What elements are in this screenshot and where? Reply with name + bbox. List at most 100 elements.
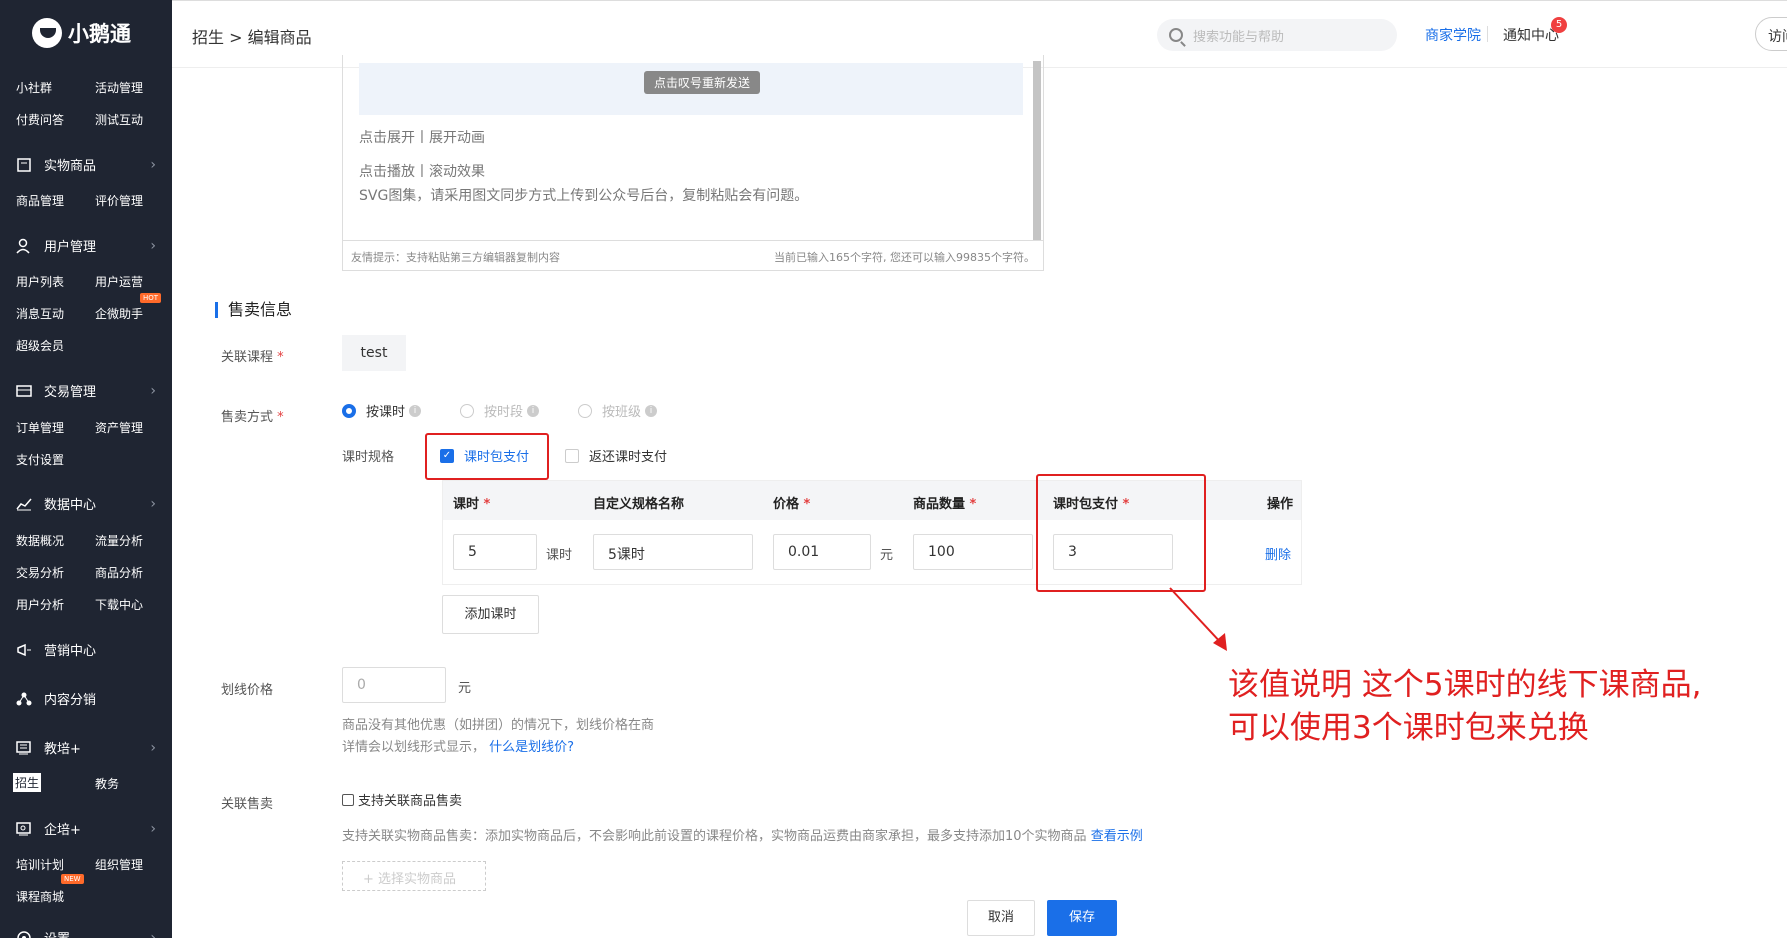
required-mark: *: [803, 497, 811, 512]
editor-scrollbar[interactable]: [1033, 61, 1041, 241]
editor-footer: 友情提示：支持粘贴第三方编辑器复制内容 当前已输入165个字符, 您还可以输入9…: [343, 240, 1043, 270]
sidebar-item[interactable]: 消息互动: [16, 305, 64, 322]
visit-button[interactable]: 访问: [1755, 17, 1787, 51]
quantity-input[interactable]: 100: [913, 534, 1033, 570]
sidebar-item[interactable]: 用户分析: [16, 596, 64, 613]
chart-icon: [16, 496, 32, 512]
header-text: 课时: [453, 497, 480, 512]
sidebar-group-user-management[interactable]: 用户管理 ›: [16, 236, 156, 255]
sidebar-group-distribution[interactable]: 内容分销: [16, 689, 156, 708]
delete-link[interactable]: 删除: [1265, 544, 1291, 563]
chevron-right-icon: ›: [150, 382, 156, 399]
sidebar-group-settings[interactable]: 设置 ›: [16, 928, 156, 938]
sidebar-item[interactable]: 订单管理: [16, 419, 64, 436]
required-mark: *: [277, 410, 284, 425]
radio-label: 按时段: [484, 405, 524, 420]
sidebar-item[interactable]: 课程商城: [16, 888, 64, 905]
sidebar-item[interactable]: 企微助手: [95, 305, 143, 322]
logo[interactable]: 小鹅通: [32, 18, 131, 48]
label-text: 售卖方式: [221, 410, 274, 425]
resend-button[interactable]: 点击叹号重新发送: [644, 71, 761, 94]
hint-text: 支持关联实物商品售卖：添加实物商品后，不会影响此前设置的课程价格，实物商品运费由…: [342, 829, 1087, 844]
sidebar-group-label: 营销中心: [44, 644, 97, 659]
box-icon: [16, 157, 32, 173]
card-icon: [16, 383, 32, 399]
logo-text: 小鹅通: [68, 22, 131, 46]
radio-dot: [578, 403, 592, 418]
sidebar-item[interactable]: 用户运营: [95, 273, 143, 290]
sidebar-group-marketing[interactable]: 营销中心: [16, 640, 156, 659]
checkbox-return-pay[interactable]: 返还课时支付: [565, 446, 667, 465]
annotation-arrow: [1169, 587, 1227, 651]
sidebar-group-physical-goods[interactable]: 实物商品 ›: [16, 155, 156, 174]
select-goods-button[interactable]: + 选择实物商品: [342, 861, 486, 891]
radio-label: 按班级: [602, 405, 642, 420]
breadcrumb: 招生 > 编辑商品: [192, 28, 312, 47]
sidebar-item[interactable]: 商品分析: [95, 564, 143, 581]
merchant-academy-link[interactable]: 商家学院: [1425, 25, 1481, 45]
annotation-line: 可以使用3个课时包来兑换: [1228, 710, 1589, 746]
checkbox-label: 返还课时支付: [589, 450, 668, 465]
sidebar-item[interactable]: 用户列表: [16, 273, 64, 290]
add-lesson-button[interactable]: 添加课时: [442, 595, 539, 634]
editor-footer-tip: 友情提示：支持粘贴第三方编辑器复制内容: [351, 251, 560, 264]
share-icon: [16, 691, 32, 707]
radio-by-lesson[interactable]: 按课时 i: [342, 401, 422, 420]
sidebar-item-enrollment[interactable]: 招生: [13, 773, 42, 792]
strike-price-input[interactable]: 0: [342, 667, 446, 703]
required-mark: *: [277, 350, 284, 365]
sidebar-group-transactions[interactable]: 交易管理 ›: [16, 381, 156, 400]
header-text: 商品数量: [913, 497, 966, 512]
save-button[interactable]: 保存: [1047, 900, 1117, 936]
what-is-strike-price-link[interactable]: 什么是划线价?: [489, 740, 574, 755]
checkbox-box: [342, 793, 354, 806]
sidebar-item[interactable]: 资产管理: [95, 419, 143, 436]
new-badge: NEW: [61, 874, 84, 884]
sidebar-item[interactable]: 支付设置: [16, 451, 64, 468]
view-example-link[interactable]: 查看示例: [1091, 829, 1143, 844]
price-unit: 元: [880, 548, 894, 563]
sidebar-item[interactable]: 超级会员: [16, 337, 64, 354]
sidebar-item[interactable]: 交易分析: [16, 564, 64, 581]
briefcase-icon: [16, 821, 32, 837]
sidebar-group-label: 交易管理: [44, 385, 97, 400]
related-course-chip[interactable]: test: [342, 335, 406, 371]
sidebar-item[interactable]: 小社群: [16, 79, 52, 96]
radio-by-period[interactable]: 按时段 i: [460, 401, 540, 420]
sidebar-item[interactable]: 下载中心: [95, 596, 143, 613]
annotation-text: 该值说明 这个5课时的线下课商品, 可以使用3个课时包来兑换: [1228, 664, 1701, 750]
sidebar-item[interactable]: 活动管理: [95, 79, 143, 96]
cancel-button[interactable]: 取消: [967, 900, 1035, 936]
sidebar-item[interactable]: 数据概况: [16, 532, 64, 549]
lessons-input[interactable]: 5: [453, 534, 537, 570]
sidebar-item[interactable]: 商品管理: [16, 192, 64, 209]
logo-icon: [32, 18, 62, 48]
related-course-label: 关联课程 *: [221, 346, 284, 365]
sidebar-item[interactable]: 教务: [95, 775, 119, 792]
radio-dot: [342, 403, 356, 418]
radio-by-class[interactable]: 按班级 i: [578, 401, 658, 420]
top-divider: [172, 0, 1787, 5]
search-placeholder: 搜索功能与帮助: [1193, 29, 1285, 45]
sidebar-item[interactable]: 测试互动: [95, 111, 143, 128]
price-input[interactable]: 0.01: [773, 534, 871, 570]
divider: [1487, 26, 1488, 42]
sidebar-item[interactable]: 评价管理: [95, 192, 143, 209]
required-mark: *: [483, 497, 491, 512]
sidebar-item[interactable]: 培训计划: [16, 856, 64, 873]
spec-name-input[interactable]: 5课时: [593, 534, 753, 570]
rich-text-editor[interactable]: 点击叹号重新发送 点击展开丨展开动画 点击播放丨滚动效果 SVG图集，请采用图文…: [342, 55, 1044, 271]
editor-line: 点击播放丨滚动效果: [359, 164, 485, 180]
sidebar-group-education[interactable]: 教培+ ›: [16, 738, 156, 757]
checkbox-related-sale[interactable]: 支持关联商品售卖: [342, 790, 462, 809]
strike-price-hint: 商品没有其他优惠（如拼团）的情况下，划线价格在商: [342, 718, 655, 733]
search-input[interactable]: 搜索功能与帮助: [1157, 19, 1397, 51]
editor-char-count: 当前已输入165个字符, 您还可以输入99835个字符。: [774, 251, 1035, 264]
table-header-cell: 商品数量 *: [913, 493, 976, 512]
table-header-cell: 操作: [1267, 497, 1294, 512]
sidebar-group-data-center[interactable]: 数据中心 ›: [16, 494, 156, 513]
sidebar-item[interactable]: 流量分析: [95, 532, 143, 549]
sidebar-item[interactable]: 付费问答: [16, 111, 64, 128]
sidebar-group-corporate-training[interactable]: 企培+ ›: [16, 819, 156, 838]
sidebar-item[interactable]: 组织管理: [95, 856, 143, 873]
